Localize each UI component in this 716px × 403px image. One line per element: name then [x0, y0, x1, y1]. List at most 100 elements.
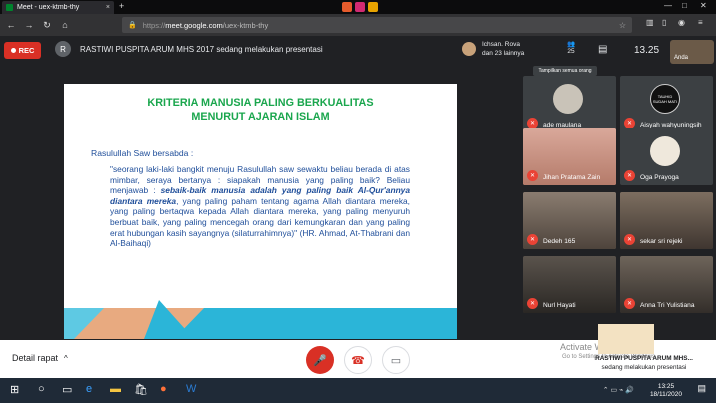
participant-name: Nurl Hayati [543, 302, 576, 309]
participant-summary[interactable]: Ichsan. Rova dan 23 lainnya [462, 40, 524, 58]
participant-tile[interactable]: ✕ Anna Tri Yulistiana [620, 256, 713, 313]
meet-favicon-icon [6, 4, 13, 11]
store-icon[interactable]: 🛍 [134, 383, 148, 396]
search-icon[interactable]: ○ [38, 383, 45, 395]
participant-tile[interactable]: ✕ Dedeh 165 [523, 192, 616, 249]
presenting-card-name: RASTIWI PUSPITA ARUM MHS... [595, 355, 693, 362]
bookmark-star-icon[interactable]: ☆ [619, 21, 626, 30]
recording-indicator-icon [355, 2, 365, 12]
account-icon[interactable]: ◉ [678, 18, 685, 27]
participant-photo [650, 136, 680, 166]
file-explorer-icon[interactable]: ▬ [110, 383, 121, 395]
system-tray[interactable]: ⌃ ▭ ⌁ 🔊 [603, 386, 634, 394]
self-label: Anda [674, 55, 689, 61]
microphone-indicator-icon [368, 2, 378, 12]
participant-photo: TAUHID SUDAH MATI [650, 84, 680, 114]
participant-name: Dedeh 165 [543, 238, 576, 245]
participant-name: Ichsan. Rova [482, 41, 520, 48]
mic-off-icon: 🎤 [313, 354, 327, 367]
people-icon: 👥 [566, 41, 576, 48]
participant-name: sekar sri rejeki [640, 238, 683, 245]
participant-tile[interactable]: ✕ ade maulana [523, 76, 616, 133]
forward-button[interactable]: → [24, 20, 34, 30]
participant-name: Anna Tri Yulistiana [640, 302, 695, 309]
people-button[interactable]: 👥 25 [557, 40, 585, 62]
tab-close-icon[interactable]: × [106, 4, 110, 11]
mic-off-icon: ✕ [624, 298, 635, 309]
microphone-toggle-button[interactable]: 🎤 [306, 346, 334, 374]
slide-title-line2: MENURUT AJARAN ISLAM [191, 111, 330, 123]
task-view-icon[interactable]: ▭ [62, 383, 72, 396]
mic-off-icon: ✕ [527, 234, 538, 245]
tauhid-badge-subtitle: SUDAH MATI [652, 99, 678, 104]
firefox-icon[interactable]: ● [160, 383, 167, 395]
participant-others: dan 23 lainnya [482, 50, 525, 57]
mic-off-icon: ✕ [527, 298, 538, 309]
show-everyone-tooltip: Tampilkan semua orang [533, 66, 597, 76]
meeting-details-button[interactable]: Detail rapat ^ [12, 353, 68, 363]
participant-photo [553, 84, 583, 114]
camera-toggle-button[interactable]: ▭ [382, 346, 410, 374]
reload-button[interactable]: ↻ [42, 20, 52, 31]
participant-name: Oga Prayoga [640, 174, 679, 181]
browser-tab-bar: Meet - uex-ktmb-thy × + — □ ✕ [0, 0, 716, 14]
participant-name: Jihan Pratama Zain [543, 174, 601, 181]
meeting-clock: 13.25 [634, 45, 660, 56]
library-icon[interactable]: ▥ [646, 18, 654, 27]
presentation-slide: KRITERIA MANUSIA PALING BERKUALITAS MENU… [64, 84, 457, 339]
chevron-up-icon: ^ [64, 354, 68, 363]
close-window-button[interactable]: ✕ [700, 1, 707, 10]
record-dot-icon [10, 48, 16, 53]
presenter-avatar: R [55, 41, 71, 57]
participant-tile[interactable]: ✕ Oga Prayoga [620, 128, 713, 185]
lock-icon: 🔒 [128, 22, 137, 29]
firefox-icon [342, 2, 352, 12]
back-button[interactable]: ← [6, 20, 16, 30]
url-path: /uex-ktmb-thy [222, 20, 269, 30]
mic-off-icon: ✕ [624, 170, 635, 181]
word-icon[interactable]: W [186, 383, 196, 395]
url-host: meet.google.com [165, 20, 223, 30]
participant-tile[interactable]: ✕ Jihan Pratama Zain [523, 128, 616, 185]
menu-icon[interactable]: ≡ [698, 18, 703, 27]
participant-tile[interactable]: ✕ sekar sri rejeki [620, 192, 713, 249]
leave-call-button[interactable]: ☎ [344, 346, 372, 374]
slide-title: KRITERIA MANUSIA PALING BERKUALITAS MENU… [64, 96, 457, 124]
recording-badge: REC [4, 42, 41, 59]
new-tab-button[interactable]: + [119, 1, 124, 11]
slide-decoration [64, 300, 457, 339]
url-scheme: https:// [142, 20, 166, 30]
home-button[interactable]: ⌂ [60, 20, 70, 30]
mic-off-icon: ✕ [527, 170, 538, 181]
url-bar[interactable]: 🔒 https:// meet.google.com /uex-ktmb-thy… [122, 17, 632, 33]
presenting-status: RASTIWI PUSPITA ARUM MHS 2017 sedang mel… [80, 45, 323, 54]
slide-intro: Rasulullah Saw bersabda : [91, 148, 194, 158]
participant-tile[interactable]: TAUHID SUDAH MATI ✕ Aisyah wahyuningsih [620, 76, 713, 133]
system-clock[interactable]: 13:25 18/11/2020 [650, 383, 682, 399]
presenter-thumbnail [598, 324, 654, 354]
start-icon[interactable]: ⊞ [10, 383, 19, 396]
windows-taskbar: ⊞ ○ ▭ e ▬ 🛍 ● W ⌃ ▭ ⌁ 🔊 13:25 18/11/2020… [0, 378, 716, 403]
hangup-icon: ☎ [351, 354, 365, 367]
maximize-button[interactable]: □ [682, 1, 687, 10]
participant-tile[interactable]: ✕ Nurl Hayati [523, 256, 616, 313]
notifications-icon[interactable]: ▤ [697, 383, 706, 394]
mic-off-icon: ✕ [624, 234, 635, 245]
tab-title: Meet - uex-ktmb-thy [17, 4, 80, 11]
system-date: 18/11/2020 [649, 391, 682, 398]
people-count: 25 [567, 48, 575, 55]
rec-label: REC [18, 46, 35, 55]
slide-body: "seorang laki-laki bangkit menuju Rasulu… [110, 164, 410, 249]
chat-icon[interactable]: ▤ [598, 44, 607, 55]
slide-title-line1: KRITERIA MANUSIA PALING BERKUALITAS [147, 97, 374, 109]
system-time: 13:25 [657, 383, 675, 390]
camera-icon: ▭ [390, 354, 402, 367]
extension-badges [340, 0, 380, 14]
edge-icon[interactable]: e [86, 383, 92, 395]
presenting-card-status: sedang melakukan presentasi [601, 364, 687, 371]
meeting-details-label: Detail rapat [12, 353, 59, 363]
presenting-card[interactable]: RASTIWI PUSPITA ARUM MHS... sedang melak… [574, 324, 714, 378]
minimize-button[interactable]: — [664, 1, 672, 10]
sidebar-icon[interactable]: ▯ [662, 18, 666, 27]
browser-tab[interactable]: Meet - uex-ktmb-thy × [2, 1, 114, 14]
